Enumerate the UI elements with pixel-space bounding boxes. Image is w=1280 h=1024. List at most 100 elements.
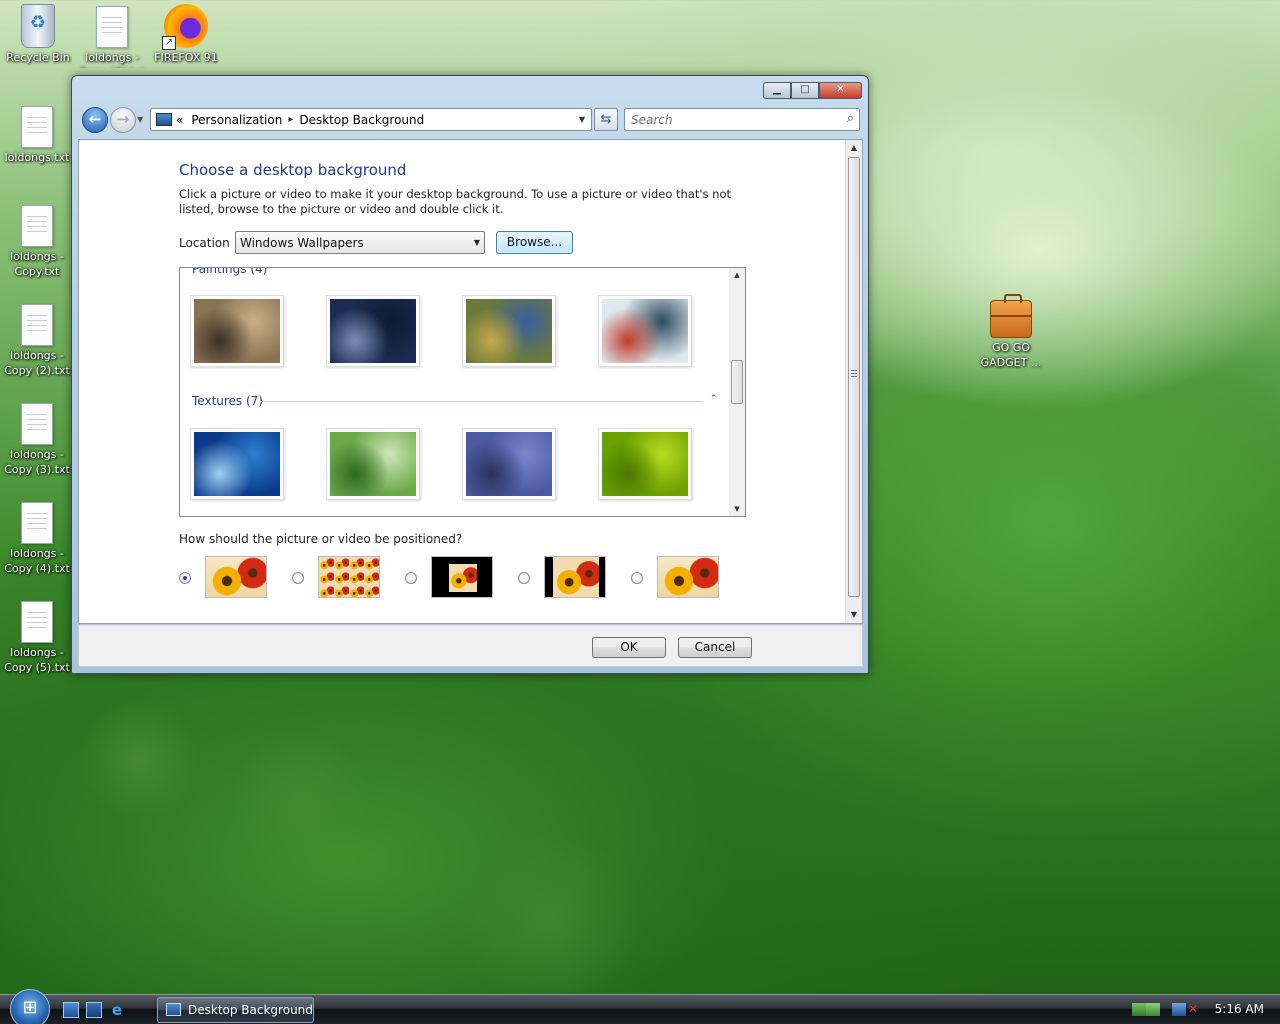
wallpaper-image: [602, 432, 688, 496]
control-panel-icon: [156, 113, 172, 126]
collapse-textures-icon[interactable]: ⌃: [710, 394, 718, 404]
search-placeholder: Search: [631, 113, 673, 127]
volume-muted-icon[interactable]: ✕: [1188, 1003, 1202, 1016]
taskbar-button-desktop-background[interactable]: Desktop Background: [157, 997, 314, 1023]
firefox-icon: ↗: [162, 4, 208, 50]
desktop-icon-go-go-gadget[interactable]: GO GO GADGET ...: [975, 294, 1047, 370]
content-scrollbar[interactable]: ▲ ▼: [845, 140, 862, 623]
internet-explorer-icon[interactable]: e: [109, 1002, 125, 1018]
scroll-up-icon[interactable]: ▲: [846, 140, 862, 156]
wallpaper-thumbnail-painting-3[interactable]: [462, 295, 556, 367]
desktop-icon-label: FIREFOX 91: [154, 51, 218, 64]
wallpaper-thumbnail-painting-4[interactable]: [598, 295, 692, 367]
wallpaper-thumbnail-texture-stones[interactable]: [462, 428, 556, 500]
position-radio-tile[interactable]: [292, 572, 304, 584]
forward-arrow-icon: →: [116, 110, 130, 128]
browse-button[interactable]: Browse...: [496, 231, 573, 254]
position-radio-stretch[interactable]: [631, 572, 643, 584]
back-button[interactable]: ←: [82, 107, 108, 133]
location-value: Windows Wallpapers: [240, 236, 364, 250]
wallpaper-image: [194, 432, 280, 496]
position-preview-fill[interactable]: [205, 556, 267, 598]
clock[interactable]: 5:16 AM: [1215, 1002, 1264, 1016]
refresh-icon: ⇆: [600, 112, 612, 127]
breadcrumb-desktop-background[interactable]: Desktop Background: [299, 113, 424, 127]
breadcrumb-separator-icon[interactable]: ▸: [288, 114, 293, 125]
group-header-paintings[interactable]: Paintings (4): [192, 268, 267, 276]
position-question: How should the picture or video be posit…: [179, 532, 463, 546]
desktop-icon-label: loldongs - Copy (2).txt: [4, 349, 70, 377]
desktop-icon-loldongs[interactable]: loldongs.txt: [1, 106, 73, 165]
network-status-icon[interactable]: [1132, 1003, 1146, 1016]
gallery-scroll-thumb[interactable]: [731, 360, 743, 404]
ok-button[interactable]: OK: [592, 637, 666, 658]
desktop-icon-label: loldongs - Copy (3).txt: [4, 448, 70, 476]
position-radio-fill[interactable]: [179, 572, 191, 584]
scroll-down-icon[interactable]: ▼: [729, 502, 745, 516]
desktop-icon-label: loldongs - Copy (4).txt: [4, 547, 70, 575]
text-file-icon: [21, 502, 53, 544]
desktop-icon-loldongs-copy-3[interactable]: loldongs - Copy (3).txt: [1, 403, 73, 477]
cancel-button[interactable]: Cancel: [678, 637, 752, 658]
window-controls: ▁ □ ✕: [763, 82, 862, 99]
desktop-icon-loldongs-copy-2[interactable]: loldongs - Copy (2).txt: [1, 304, 73, 378]
text-file-icon: [21, 106, 53, 148]
maximize-button[interactable]: □: [791, 82, 819, 99]
breadcrumb-personalization[interactable]: Personalization: [191, 113, 282, 127]
position-radio-center[interactable]: [405, 572, 417, 584]
scroll-up-icon[interactable]: ▲: [729, 268, 745, 282]
forward-button[interactable]: →: [110, 107, 136, 133]
desktop-icon-firefox[interactable]: ↗ FIREFOX 91: [150, 4, 222, 65]
desktop-icon-loldongs-copy[interactable]: loldongs - Copy.txt: [1, 205, 73, 279]
wallpaper-image: [466, 432, 552, 496]
breadcrumb-root[interactable]: «: [176, 113, 183, 127]
search-icon[interactable]: ⌕: [847, 111, 854, 126]
collapse-paintings-icon[interactable]: ⌃: [710, 268, 718, 272]
scroll-down-icon[interactable]: ▼: [846, 607, 862, 623]
sidebar-icon[interactable]: [1146, 1003, 1160, 1016]
location-select[interactable]: Windows Wallpapers ▼: [235, 231, 485, 254]
preview-image: [553, 557, 599, 597]
desktop-icon-loldongs-copy-4[interactable]: loldongs - Copy (4).txt: [1, 502, 73, 576]
text-file-icon: [21, 205, 53, 247]
address-bar[interactable]: « Personalization ▸ Desktop Background ▼: [150, 108, 592, 131]
refresh-button[interactable]: ⇆: [594, 108, 618, 131]
wallpaper-thumbnail-texture-grass[interactable]: [326, 428, 420, 500]
content-scroll-thumb[interactable]: [848, 157, 860, 597]
desktop-background-window: ▁ □ ✕ ← → ▼ « Personalization ▸ Desktop …: [71, 75, 869, 674]
monitor-icon[interactable]: [1172, 1003, 1186, 1016]
gallery-scrollbar[interactable]: ▲ ▼: [729, 268, 745, 516]
shortcut-arrow-icon: ↗: [162, 36, 176, 50]
desktop-icon-recycle-bin[interactable]: Recycle Bin: [2, 4, 74, 65]
chevron-down-icon: ▼: [473, 238, 480, 247]
dialog-footer: OK Cancel: [78, 625, 863, 667]
address-dropdown-icon[interactable]: ▼: [579, 115, 585, 124]
text-file-icon: [96, 6, 128, 48]
desktop-icon-loldongs-copy-6[interactable]: loldongs - Copy (6).txt: [76, 6, 148, 68]
position-preview-fit[interactable]: [544, 556, 606, 598]
wallpaper-thumbnail-painting-1[interactable]: [190, 295, 284, 367]
position-radio-fit[interactable]: [518, 572, 530, 584]
recent-pages-dropdown-icon[interactable]: ▼: [137, 115, 143, 124]
position-preview-stretch[interactable]: [657, 556, 719, 598]
desktop-icon-loldongs-copy-5[interactable]: loldongs - Copy (5).txt: [1, 601, 73, 675]
wallpaper-image: [466, 299, 552, 363]
show-desktop-icon[interactable]: [63, 1002, 79, 1018]
wallpaper-thumbnail-painting-2[interactable]: [326, 295, 420, 367]
navigation-bar: ← → ▼ « Personalization ▸ Desktop Backgr…: [80, 106, 860, 134]
switch-windows-icon[interactable]: [86, 1002, 102, 1018]
close-button[interactable]: ✕: [819, 82, 862, 99]
wallpaper-thumbnail-texture-leaf[interactable]: [598, 428, 692, 500]
minimize-button[interactable]: ▁: [763, 82, 791, 99]
position-preview-tile[interactable]: [318, 556, 380, 598]
notification-area: ✕ 5:16 AM: [1120, 995, 1280, 1024]
wallpaper-thumbnail-texture-fish[interactable]: [190, 428, 284, 500]
group-header-textures[interactable]: Textures (7): [192, 394, 263, 408]
preview-image: [449, 564, 477, 592]
group-divider: [260, 401, 703, 402]
page-description: Click a picture or video to make it your…: [179, 187, 732, 216]
search-input[interactable]: Search ⌕: [624, 108, 860, 131]
back-arrow-icon: ←: [88, 110, 102, 128]
start-button[interactable]: ⊞: [10, 989, 50, 1024]
position-preview-center[interactable]: [431, 556, 493, 598]
